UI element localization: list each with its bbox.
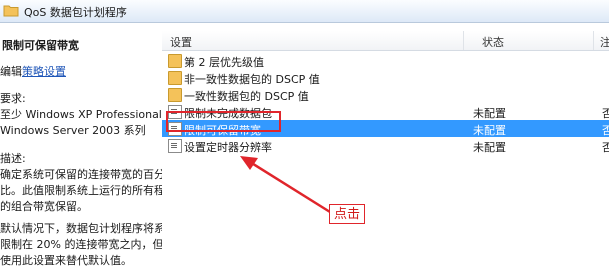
- click-annotation-label: 点击: [329, 204, 365, 224]
- annotation-arrow: [240, 156, 331, 214]
